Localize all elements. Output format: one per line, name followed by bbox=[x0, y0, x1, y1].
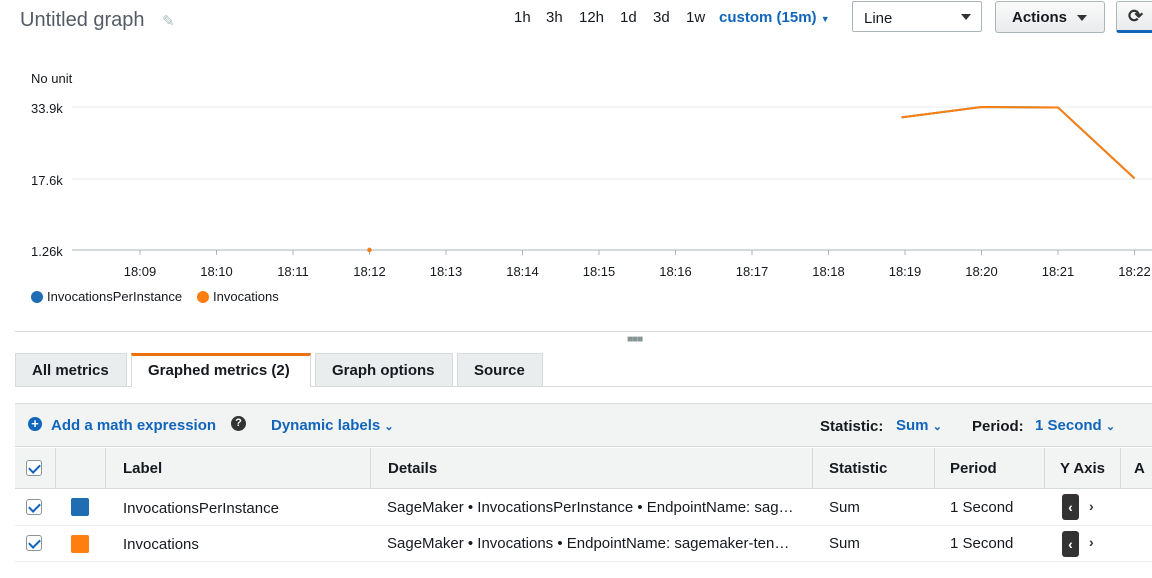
tab-graphed-metrics[interactable]: Graphed metrics (2) bbox=[131, 353, 311, 387]
row-label[interactable]: InvocationsPerInstance bbox=[123, 500, 279, 517]
row-statistic[interactable]: Sum bbox=[829, 535, 860, 552]
column-header-actions[interactable]: A bbox=[1134, 460, 1145, 477]
x-tick-label: 18:15 bbox=[582, 264, 616, 279]
chevron-down-icon: ⌄ bbox=[384, 421, 394, 433]
x-tick-label: 18:20 bbox=[965, 264, 998, 279]
x-tick-label: 18:18 bbox=[812, 264, 845, 279]
dynamic-labels-label: Dynamic labels bbox=[271, 417, 381, 434]
y-axis-left-icon[interactable]: ‹ bbox=[1062, 531, 1079, 557]
color-swatch[interactable] bbox=[71, 498, 89, 516]
legend-label: Invocations bbox=[213, 289, 279, 304]
column-header-statistic[interactable]: Statistic bbox=[829, 460, 887, 477]
help-icon[interactable]: ? bbox=[231, 416, 246, 431]
column-header-label[interactable]: Label bbox=[123, 460, 162, 477]
row-checkbox[interactable] bbox=[26, 499, 42, 515]
legend-item-invocationsperinstance[interactable]: InvocationsPerInstance bbox=[31, 289, 182, 304]
line-chart bbox=[72, 105, 1152, 255]
row-checkbox[interactable] bbox=[26, 535, 42, 551]
row-label[interactable]: Invocations bbox=[123, 536, 199, 553]
statistic-value: Sum bbox=[896, 417, 929, 434]
row-period[interactable]: 1 Second bbox=[950, 499, 1013, 516]
statistic-label: Statistic: bbox=[820, 418, 884, 435]
select-all-checkbox[interactable] bbox=[26, 460, 42, 476]
legend-swatch bbox=[31, 291, 43, 303]
period-dropdown[interactable]: 1 Second ⌄ bbox=[1035, 417, 1115, 434]
legend-item-invocations[interactable]: Invocations bbox=[197, 289, 279, 304]
column-divider bbox=[812, 448, 813, 489]
row-details: SageMaker • InvocationsPerInstance • End… bbox=[387, 499, 794, 516]
y-axis-left-icon[interactable]: ‹ bbox=[1062, 494, 1079, 520]
column-header-y-axis[interactable]: Y Axis bbox=[1060, 460, 1105, 477]
column-divider bbox=[934, 448, 935, 489]
x-tick-label: 18:10 bbox=[200, 264, 233, 279]
x-tick-label: 18:21 bbox=[1041, 264, 1075, 279]
statistic-dropdown[interactable]: Sum ⌄ bbox=[896, 417, 942, 434]
color-swatch[interactable] bbox=[71, 535, 89, 553]
panel-divider bbox=[15, 331, 1152, 332]
x-tick-label: 18:17 bbox=[735, 264, 769, 279]
period-value: 1 Second bbox=[1035, 417, 1102, 434]
row-statistic[interactable]: Sum bbox=[829, 499, 860, 516]
series-line bbox=[901, 105, 1136, 180]
resize-handle-icon[interactable]: ■■■ bbox=[627, 334, 643, 345]
x-tick-label: 18:14 bbox=[506, 264, 539, 279]
y-axis-right-icon[interactable]: › bbox=[1089, 498, 1094, 514]
period-label: Period: bbox=[972, 418, 1024, 435]
column-divider bbox=[1044, 448, 1045, 489]
dynamic-labels-dropdown[interactable]: Dynamic labels ⌄ bbox=[271, 417, 394, 434]
y-axis-right-icon[interactable]: › bbox=[1089, 534, 1094, 550]
tab-all-metrics[interactable]: All metrics bbox=[15, 353, 127, 386]
add-math-expression-link[interactable]: Add a math expression bbox=[51, 417, 216, 434]
series-line bbox=[901, 105, 1136, 180]
chevron-down-icon: ⌄ bbox=[1105, 421, 1116, 433]
x-tick-label: 18:19 bbox=[888, 264, 922, 279]
column-divider bbox=[105, 448, 106, 489]
column-header-details[interactable]: Details bbox=[388, 460, 437, 477]
column-divider bbox=[55, 448, 56, 489]
column-header-period[interactable]: Period bbox=[950, 460, 997, 477]
series-point bbox=[367, 247, 372, 253]
x-tick-label: 18:09 bbox=[123, 264, 157, 279]
chevron-down-icon: ⌄ bbox=[932, 421, 942, 433]
x-tick-label: 18:12 bbox=[353, 264, 386, 279]
x-tick-label: 18:16 bbox=[659, 264, 692, 279]
row-period[interactable]: 1 Second bbox=[950, 535, 1013, 552]
plus-circle-icon[interactable]: + bbox=[28, 417, 42, 431]
x-tick-label: 18:13 bbox=[429, 264, 463, 279]
x-tick-label: 18:11 bbox=[277, 264, 309, 279]
column-divider bbox=[1120, 448, 1121, 489]
column-divider bbox=[370, 448, 371, 489]
legend-label: InvocationsPerInstance bbox=[47, 289, 183, 304]
tab-graph-options[interactable]: Graph options bbox=[315, 353, 453, 386]
row-details: SageMaker • Invocations • EndpointName: … bbox=[387, 535, 790, 552]
legend-swatch bbox=[197, 291, 209, 303]
tab-source[interactable]: Source bbox=[457, 353, 543, 386]
x-tick-label: 18:22 bbox=[1118, 264, 1151, 279]
